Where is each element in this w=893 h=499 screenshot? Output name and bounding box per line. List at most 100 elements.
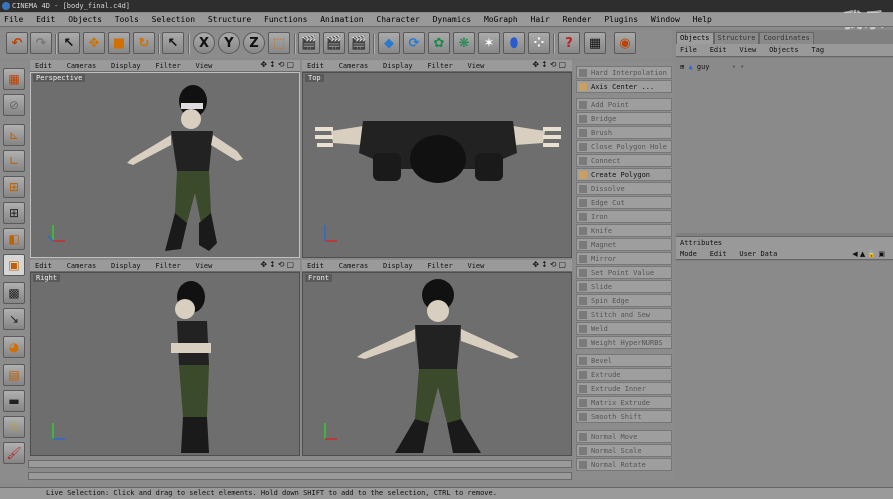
cmd-normal-move[interactable]: Normal Move <box>576 430 672 443</box>
particle-icon[interactable]: ⁘ <box>528 32 550 54</box>
attr-menu-edit[interactable]: Edit <box>706 248 731 260</box>
menu-help[interactable]: Help <box>689 13 716 27</box>
vp-menu-cameras[interactable]: Cameras <box>62 260 102 272</box>
menu-render[interactable]: Render <box>559 13 596 27</box>
vp-menu-filter[interactable]: Filter <box>422 260 457 272</box>
viewport-perspective[interactable]: Perspective <box>30 72 300 258</box>
vp-menu-filter[interactable]: Filter <box>150 60 185 72</box>
cmd-matrix-extrude[interactable]: Matrix Extrude <box>576 396 672 409</box>
cmd-mirror[interactable]: Mirror <box>576 252 672 265</box>
menu-hair[interactable]: Hair <box>527 13 554 27</box>
animation-strip[interactable] <box>28 472 572 480</box>
vp-menu-edit[interactable]: Edit <box>30 60 57 72</box>
cmd-axis-center[interactable]: Axis Center ... <box>576 80 672 93</box>
cmd-stitch-and-sew[interactable]: Stitch and Sew <box>576 308 672 321</box>
vp-menu-edit[interactable]: Edit <box>30 260 57 272</box>
menu-tools[interactable]: Tools <box>111 13 143 27</box>
spline-icon[interactable]: ✿ <box>428 32 450 54</box>
vp-menu-view[interactable]: View <box>191 60 218 72</box>
cmd-extrude-inner[interactable]: Extrude Inner <box>576 382 672 395</box>
use-model-tool-icon[interactable]: ▦ <box>3 68 25 90</box>
om-menu-objects[interactable]: Objects <box>765 44 803 57</box>
attr-menu-user-data[interactable]: User Data <box>735 248 781 260</box>
render-picture-viewer-icon[interactable]: 🎬 <box>323 32 345 54</box>
cmd-iron[interactable]: Iron <box>576 210 672 223</box>
snap-icon[interactable]: ☆ <box>3 416 25 438</box>
vp-menu-cameras[interactable]: Cameras <box>334 60 374 72</box>
cmd-connect[interactable]: Connect <box>576 154 672 167</box>
scene-object-icon[interactable]: ⬮ <box>503 32 525 54</box>
menu-plugins[interactable]: Plugins <box>600 13 642 27</box>
vp-menu-display[interactable]: Display <box>378 60 418 72</box>
vp-menu-filter[interactable]: Filter <box>422 60 457 72</box>
vp-menu-view[interactable]: View <box>191 260 218 272</box>
use-object-tool-icon[interactable]: ⊘ <box>3 94 25 116</box>
om-menu-tags[interactable]: Tag <box>807 44 828 57</box>
paint-icon[interactable]: 🖌 <box>3 442 25 464</box>
viewport-front[interactable]: Front <box>302 272 572 456</box>
y-axis-lock-button[interactable]: Y <box>218 32 240 54</box>
vp-menu-filter[interactable]: Filter <box>150 260 185 272</box>
timeline-strip[interactable] <box>28 460 572 468</box>
attr-menu-mode[interactable]: Mode <box>676 248 701 260</box>
vp-menu-display[interactable]: Display <box>106 260 146 272</box>
menu-edit[interactable]: Edit <box>32 13 59 27</box>
menu-objects[interactable]: Objects <box>64 13 106 27</box>
help-icon[interactable]: ? <box>558 32 580 54</box>
menu-dynamics[interactable]: Dynamics <box>429 13 476 27</box>
use-edge-tool-icon[interactable]: ⊞ <box>3 202 25 224</box>
cmd-knife[interactable]: Knife <box>576 224 672 237</box>
menu-file[interactable]: File <box>0 13 27 27</box>
scale-icon[interactable]: ■ <box>108 32 130 54</box>
use-polygon-tool-icon[interactable]: ◧ <box>3 228 25 250</box>
cmd-dissolve[interactable]: Dissolve <box>576 182 672 195</box>
render-view-icon[interactable]: 🎬 <box>298 32 320 54</box>
vp-menu-view[interactable]: View <box>463 260 490 272</box>
menu-mograph[interactable]: MoGraph <box>480 13 522 27</box>
cmd-spin-edge[interactable]: Spin Edge <box>576 294 672 307</box>
cmd-brush[interactable]: Brush <box>576 126 672 139</box>
layout-switch-icon[interactable]: ◉ <box>614 32 636 54</box>
object-row-guy[interactable]: ⊞ ▲ guy • • <box>680 62 744 73</box>
cmd-weld[interactable]: Weld <box>576 322 672 335</box>
cmd-normal-scale[interactable]: Normal Scale <box>576 444 672 457</box>
undo-icon[interactable]: ↶ <box>6 32 28 54</box>
cmd-create-polygon[interactable]: Create Polygon <box>576 168 672 181</box>
cmd-weight-hypernurbs[interactable]: Weight HyperNURBS <box>576 336 672 349</box>
cmd-set-point-value[interactable]: Set Point Value <box>576 266 672 279</box>
viewport-nav-icons[interactable]: ✥↕⟲▢ <box>532 260 568 269</box>
cmd-bridge[interactable]: Bridge <box>576 112 672 125</box>
rotate-icon[interactable]: ↻ <box>133 32 155 54</box>
menu-animation[interactable]: Animation <box>316 13 367 27</box>
om-menu-file[interactable]: File <box>676 44 701 57</box>
cmd-extrude[interactable]: Extrude <box>576 368 672 381</box>
cmd-hard-interpolation[interactable]: Hard Interpolation <box>576 66 672 79</box>
workplane-icon[interactable]: ▬ <box>3 390 25 412</box>
attr-nav-icons[interactable]: ◀ ▲ 🔒 ▣ <box>848 248 889 260</box>
use-texture-axis-icon[interactable]: ∟ <box>3 150 25 172</box>
use-object-axis-icon[interactable]: ⊾ <box>3 124 25 146</box>
vp-menu-edit[interactable]: Edit <box>302 260 329 272</box>
coordinate-system-icon[interactable]: ⬚ <box>268 32 290 54</box>
cube-primitive-icon[interactable]: ◆ <box>378 32 400 54</box>
menu-functions[interactable]: Functions <box>260 13 311 27</box>
render-settings-icon[interactable]: 🎬 <box>348 32 370 54</box>
cmd-slide[interactable]: Slide <box>576 280 672 293</box>
om-menu-edit[interactable]: Edit <box>706 44 731 57</box>
recent-tool-icon[interactable]: ↖ <box>162 32 184 54</box>
menu-character[interactable]: Character <box>372 13 423 27</box>
z-axis-lock-button[interactable]: Z <box>243 32 265 54</box>
live-selection-icon[interactable]: ↖ <box>58 32 80 54</box>
vp-menu-display[interactable]: Display <box>378 260 418 272</box>
expand-icon[interactable]: ⊞ <box>680 63 684 71</box>
enable-axis-icon[interactable]: ▩ <box>3 282 25 304</box>
cmd-close-polygon-hole[interactable]: Close Polygon Hole <box>576 140 672 153</box>
cmd-add-point[interactable]: Add Point <box>576 98 672 111</box>
visibility-dots-icon[interactable]: • • <box>732 63 745 71</box>
sculpting-icon[interactable]: ▤ <box>3 364 25 386</box>
cmd-edge-cut[interactable]: Edge Cut <box>576 196 672 209</box>
use-polygon-mode-icon[interactable]: ▣ <box>3 254 25 276</box>
viewport-nav-icons[interactable]: ✥↕⟲▢ <box>260 260 296 269</box>
cmd-magnet[interactable]: Magnet <box>576 238 672 251</box>
use-point-tool-icon[interactable]: ⊞ <box>3 176 25 198</box>
